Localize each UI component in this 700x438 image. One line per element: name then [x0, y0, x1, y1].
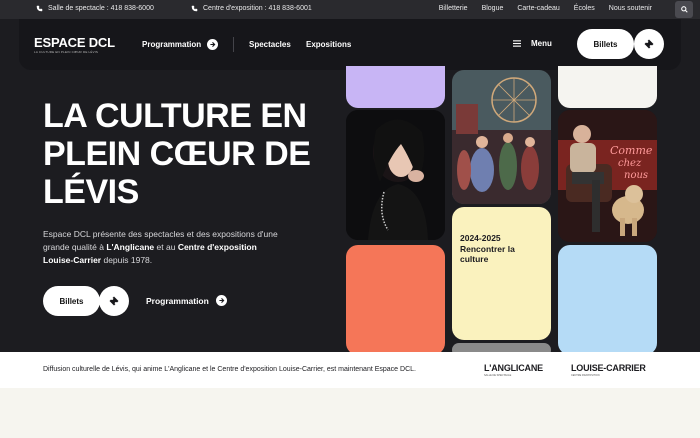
hero-title: La culture en plein cœur de Lévis	[43, 97, 311, 211]
nav-expositions[interactable]: Expositions	[306, 40, 351, 49]
hamburger-icon	[513, 40, 521, 47]
logo-tagline: LA CULTURE EN PLEIN CŒUR DE LÉVIS	[34, 50, 99, 54]
phone-salle[interactable]: Salle de spectacle : 418 838-6000	[36, 5, 154, 12]
nav-programmation[interactable]: Programmation	[142, 39, 219, 50]
louise-carrier-logo-sub: CENTRE D'EXPOSITION	[571, 374, 600, 377]
nav-spectacles[interactable]: Spectacles	[249, 40, 291, 49]
tile-lavender	[346, 66, 445, 108]
announcement-band: Diffusion culturelle de Lévis, qui anime…	[0, 352, 700, 388]
link-carte-cadeau[interactable]: Carte-cadeau	[517, 5, 559, 12]
top-bar: Salle de spectacle : 418 838-6000 Centre…	[0, 0, 700, 19]
svg-text:chez: chez	[618, 158, 642, 169]
anglicane-logo[interactable]: L'ANGLICANE	[484, 363, 543, 373]
tile-white	[558, 66, 657, 108]
next-section	[0, 388, 700, 438]
ticket-button[interactable]	[634, 29, 664, 59]
tile-season[interactable]: 2024-2025 Rencontrer la culture	[452, 207, 551, 340]
hero-programmation-link[interactable]: Programmation	[146, 295, 227, 306]
link-nous-soutenir[interactable]: Nous soutenir	[609, 5, 652, 12]
hero-ticket-button[interactable]	[99, 286, 129, 316]
tile-artist-portrait[interactable]	[346, 110, 445, 240]
phone-icon	[36, 5, 43, 12]
main-nav: ESPACE DCL LA CULTURE EN PLEIN CŒUR DE L…	[19, 19, 681, 70]
ticket-icon	[109, 296, 119, 306]
svg-text:Comme: Comme	[610, 144, 653, 157]
phone-centre-label: Centre d'exposition : 418 838-6001	[203, 5, 312, 12]
tile-fairground-show[interactable]	[452, 70, 551, 204]
hero-description: Espace DCL présente des spectacles et de…	[43, 229, 278, 265]
logo[interactable]: ESPACE DCL	[34, 36, 115, 49]
svg-text:nous: nous	[624, 170, 648, 181]
nav-divider	[233, 37, 234, 52]
announcement-text: Diffusion culturelle de Lévis, qui anime…	[43, 366, 416, 373]
billets-button[interactable]: Billets	[577, 29, 634, 59]
menu-button[interactable]: Menu	[513, 39, 552, 48]
louise-carrier-logo[interactable]: LOUISE-CARRIER	[571, 363, 646, 373]
utility-links: Billetterie Blogue Carte-cadeau Écoles N…	[439, 5, 652, 12]
menu-label: Menu	[531, 39, 552, 48]
anglicane-logo-sub: SALLE DE SPECTACLE	[484, 374, 512, 377]
arrow-right-icon	[215, 295, 227, 306]
season-label: 2024-2025 Rencontrer la culture	[460, 233, 515, 264]
tile-orange	[346, 245, 445, 355]
nav-programmation-label: Programmation	[142, 40, 202, 49]
arrow-right-icon	[207, 39, 219, 50]
link-billetterie[interactable]: Billetterie	[439, 5, 468, 12]
link-blogue[interactable]: Blogue	[482, 5, 504, 12]
search-button[interactable]	[675, 1, 693, 18]
link-ecoles[interactable]: Écoles	[574, 5, 595, 12]
hero-billets-button[interactable]: Billets	[43, 286, 100, 316]
tile-blue	[558, 245, 657, 355]
phone-salle-label: Salle de spectacle : 418 838-6000	[48, 5, 154, 12]
ticket-icon	[644, 39, 654, 49]
phone-icon	[191, 5, 198, 12]
hero-programmation-label: Programmation	[146, 295, 209, 306]
tile-comedy-show[interactable]: Comme chez nous	[558, 110, 657, 242]
search-icon	[680, 6, 688, 13]
phone-centre[interactable]: Centre d'exposition : 418 838-6001	[191, 5, 312, 12]
link-anglicane[interactable]: L'Anglicane	[106, 242, 154, 252]
